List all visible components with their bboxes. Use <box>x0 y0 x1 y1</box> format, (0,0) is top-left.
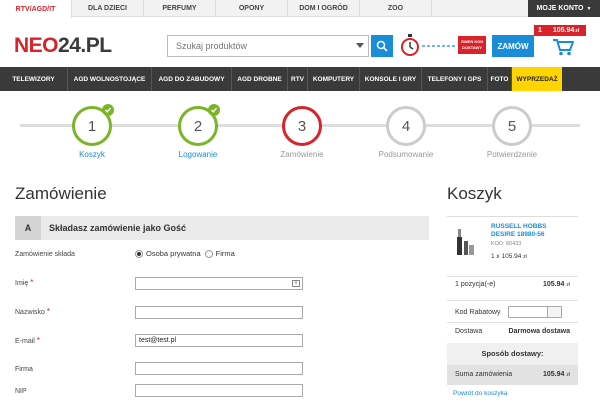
company-field[interactable] <box>135 362 303 375</box>
radio-company-label[interactable]: Firma <box>216 249 235 258</box>
radio-private-label[interactable]: Osoba prywatna <box>146 249 201 258</box>
rabat-apply-button[interactable] <box>548 306 562 318</box>
stopwatch-icon <box>401 34 419 56</box>
positions-label: 1 pozycja(-e) <box>455 281 496 288</box>
radio-private-person[interactable] <box>135 249 143 258</box>
top-category-bar: RTV/AGD/IT DLA DZIECI PERFUMY OPONY DOM … <box>0 0 600 18</box>
step-4-label: Podsumowanie <box>378 150 434 159</box>
step-3-circle: 3 <box>282 106 322 146</box>
sum-value: 105.94 zł <box>543 371 570 378</box>
change-delivery-code-badge[interactable]: ZMIEŃ KOD DOSTAWY <box>458 36 486 54</box>
step-3-number: 3 <box>297 117 307 135</box>
logo-part-neo: NEO <box>14 34 59 57</box>
guest-section-header: A Składasz zamówienie jako Gość <box>15 216 429 240</box>
nip-field[interactable] <box>135 384 303 397</box>
cart-product: RUSSELL HOBBS DESIRE 18980-56 KOD: 80433… <box>447 216 578 274</box>
main-nav: TELEWIZORY AGD WOLNOSTOJĄCE AGD DO ZABUD… <box>0 67 600 91</box>
search-icon <box>376 40 388 52</box>
shipping-method-title: Sposób dostawy: <box>447 343 578 365</box>
step-5-circle: 5 <box>492 106 532 146</box>
search-button[interactable] <box>371 35 393 57</box>
step-4-circle: 4 <box>386 106 426 146</box>
company-label: Firma <box>15 366 33 373</box>
product-quantity: 1 x 105.94 zł <box>491 253 527 260</box>
product-name-link[interactable]: RUSSELL HOBBS DESIRE 18980-56 <box>491 223 571 239</box>
nav-rtv[interactable]: RTV <box>288 67 308 91</box>
search-input[interactable] <box>167 35 369 57</box>
nav-foto[interactable]: FOTO <box>488 67 512 91</box>
nav-agd-do-zabudowy[interactable]: AGD DO ZABUDOWY <box>152 67 232 91</box>
first-name-field[interactable] <box>135 277 303 290</box>
product-code: KOD: 80433 <box>491 241 522 247</box>
back-to-cart-link[interactable]: Powrót do koszyka <box>453 390 508 397</box>
placed-by-label: Zamówienie składa <box>15 251 75 258</box>
delivery-label: Dostawa <box>455 328 483 335</box>
nav-telewizory[interactable]: TELEWIZORY <box>0 67 68 91</box>
cart-icon[interactable] <box>552 38 574 56</box>
nip-label: NIP <box>15 388 27 395</box>
step-2-number: 2 <box>193 117 203 135</box>
rabat-label: Kod Rabatowy <box>455 309 501 316</box>
nav-telefony-i-gps[interactable]: TELEFONY I GPS <box>422 67 488 91</box>
first-name-label: Imię * <box>15 278 34 287</box>
delivery-value: Darmowa dostawa <box>508 328 570 335</box>
search-category-dropdown[interactable] <box>356 43 364 48</box>
step-2-label[interactable]: Logowanie <box>148 150 248 159</box>
step-1-label[interactable]: Koszyk <box>42 150 142 159</box>
step-4-number: 4 <box>401 117 411 135</box>
order-sum-row: Suma zamówienia 105.94 zł <box>447 365 578 385</box>
cart-total-badge[interactable]: 105.94 zł <box>546 25 586 36</box>
cart-total-currency: zł <box>575 27 580 34</box>
radio-company[interactable] <box>204 249 213 258</box>
sum-label: Suma zamówienia <box>455 371 513 378</box>
step-1-number: 1 <box>87 117 97 135</box>
order-button[interactable]: ZAMÓW <box>492 35 534 57</box>
section-letter: A <box>15 216 41 240</box>
last-name-label: Nazwisko * <box>15 307 51 316</box>
cart-total-value: 105.94 <box>552 27 575 34</box>
nav-komputery[interactable]: KOMPUTERY <box>308 67 360 91</box>
nav-wyprzedaz[interactable]: WYPRZEDAŻ <box>512 67 562 91</box>
site-logo[interactable]: NEO24.PL <box>14 34 112 58</box>
cart-item-count[interactable]: 1 <box>534 25 546 36</box>
logo-part-24pl: 24.PL <box>58 34 112 57</box>
email-label: E-mail * <box>15 336 40 345</box>
account-menu[interactable]: MOJE KONTO ▼ <box>528 0 600 17</box>
customer-type-radio-group: Osoba prywatna Firma <box>135 249 235 258</box>
email-field[interactable]: test@test.pl <box>135 334 303 347</box>
tab-dla-dzieci[interactable]: DLA DZIECI <box>72 0 144 17</box>
tab-dom-i-ogrod[interactable]: DOM I OGRÓD <box>288 0 360 17</box>
rabat-code-input[interactable] <box>508 306 548 318</box>
step-5-label: Potwierdzenie <box>486 150 538 159</box>
step-5-number: 5 <box>507 117 517 135</box>
chevron-down-icon: ▼ <box>586 5 592 12</box>
tab-opony[interactable]: OPONY <box>216 0 288 17</box>
account-label: MOJE KONTO <box>536 5 584 12</box>
checkmark-icon <box>208 104 220 116</box>
order-heading: Zamówienie <box>15 184 107 203</box>
product-thumbnail[interactable] <box>455 227 475 259</box>
nav-agd-drobne[interactable]: AGD DROBNE <box>232 67 288 91</box>
nav-konsole-i-gry[interactable]: KONSOLE I GRY <box>360 67 422 91</box>
autofill-card-icon[interactable]: ≡ <box>292 280 300 287</box>
tab-zoo[interactable]: ZOO <box>360 0 432 17</box>
delivery-row: Dostawa Darmowa dostawa <box>447 322 578 342</box>
tab-perfumy[interactable]: PERFUMY <box>144 0 216 17</box>
tab-rtv-agd-it[interactable]: RTV/AGD/IT <box>0 0 72 18</box>
last-name-field[interactable] <box>135 306 303 319</box>
cart-heading: Koszyk <box>447 184 502 203</box>
checkmark-icon <box>102 104 114 116</box>
section-title: Składasz zamówienie jako Gość <box>49 223 187 233</box>
nav-agd-wolnostojace[interactable]: AGD WOLNOSTOJĄCE <box>68 67 152 91</box>
step-3-label: Zamówienie <box>280 150 324 159</box>
cart-positions-row: 1 pozycja(-e) 105.94 zł <box>447 276 578 294</box>
positions-value: 105.94 zł <box>543 281 570 288</box>
